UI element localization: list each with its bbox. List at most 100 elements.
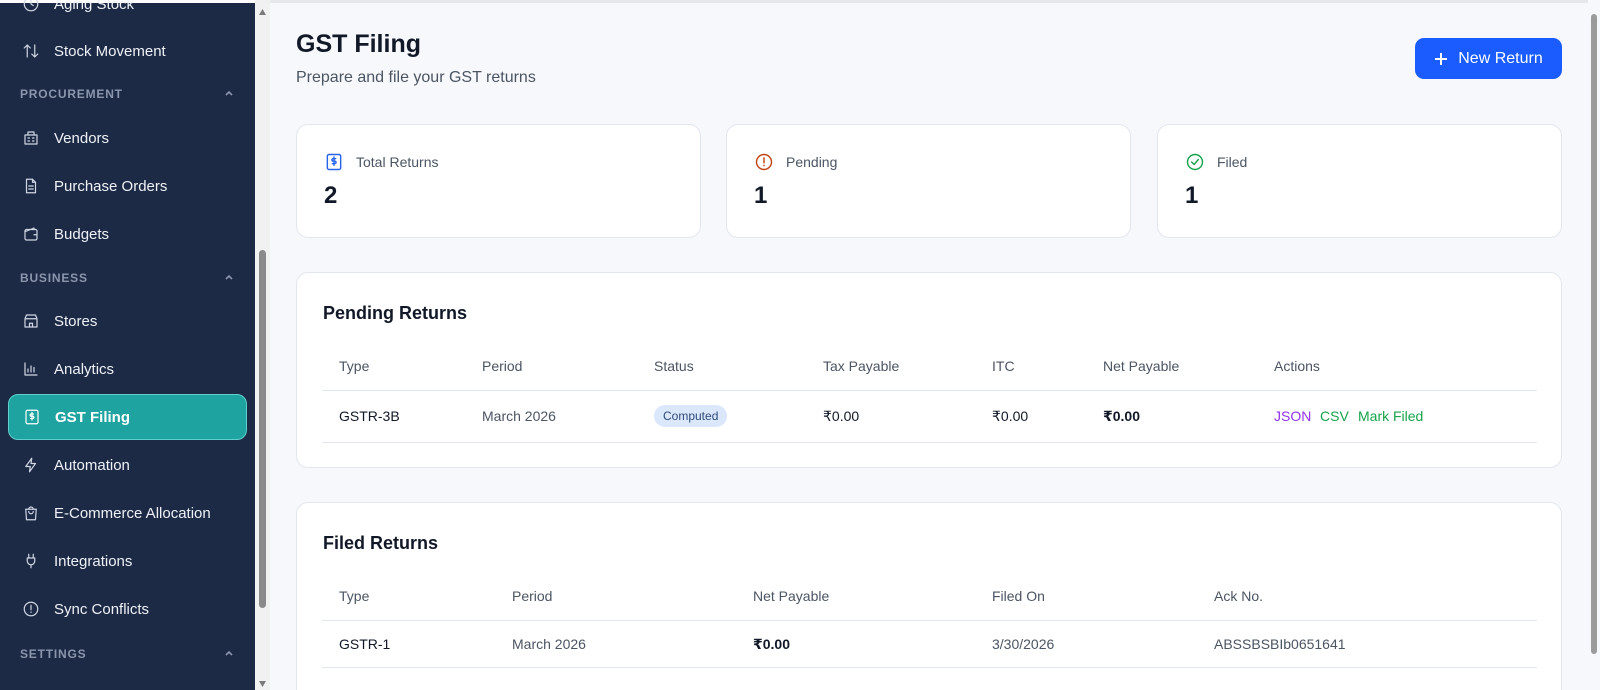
cell-tax-payable: ₹0.00 <box>823 408 860 424</box>
cell-period: March 2026 <box>512 636 586 652</box>
lightning-icon <box>22 456 40 474</box>
receipt-icon <box>326 153 342 171</box>
stat-label: Pending <box>786 154 838 170</box>
scroll-down-arrow-icon[interactable] <box>258 680 267 688</box>
plus-icon <box>1435 52 1448 65</box>
sidebar: Aging Stock Stock Movement PROCUREMENT V… <box>0 0 255 690</box>
stat-label: Filed <box>1217 154 1248 170</box>
sidebar-item-vendors[interactable]: Vendors <box>8 115 247 161</box>
new-return-button[interactable]: New Return <box>1415 38 1562 79</box>
sidebar-item-integrations[interactable]: Integrations <box>8 538 247 584</box>
section-label: PROCUREMENT <box>20 87 123 101</box>
new-return-label: New Return <box>1458 49 1543 67</box>
plug-icon <box>22 552 40 570</box>
section-settings[interactable]: SETTINGS <box>20 644 234 664</box>
document-icon <box>22 177 40 195</box>
sidebar-item-label: Aging Stock <box>54 0 135 13</box>
cell-type: GSTR-1 <box>339 636 391 652</box>
stat-card-pending: Pending 1 <box>726 124 1131 238</box>
chevron-up-icon <box>224 271 234 285</box>
sidebar-item-label: Analytics <box>54 360 115 378</box>
cell-type: GSTR-3B <box>339 408 400 424</box>
sidebar-item-label: Sync Conflicts <box>54 600 150 618</box>
sidebar-item-aging-stock[interactable]: Aging Stock <box>8 0 247 27</box>
cell-period: March 2026 <box>482 408 556 424</box>
page-title: GST Filing <box>296 30 421 58</box>
section-label: SETTINGS <box>20 647 87 661</box>
column-header-period: Period <box>482 358 523 374</box>
filed-returns-panel: Filed Returns Type Period Net Payable Fi… <box>296 502 1562 690</box>
column-header-actions: Actions <box>1274 358 1320 374</box>
wallet-icon <box>22 225 40 243</box>
bar-chart-icon <box>22 360 40 378</box>
stat-label: Total Returns <box>356 154 439 170</box>
status-badge: Computed <box>654 405 728 427</box>
cell-net-payable: ₹0.00 <box>753 636 790 652</box>
sidebar-item-label: E-Commerce Allocation <box>54 504 211 522</box>
sidebar-item-label: Stores <box>54 312 98 330</box>
cell-ack-no: ABSSBSBIb0651641 <box>1214 636 1346 652</box>
scroll-up-arrow-icon[interactable] <box>258 8 267 16</box>
stat-value: 1 <box>754 182 768 209</box>
shopping-bag-icon <box>22 504 40 522</box>
stat-card-total-returns: Total Returns 2 <box>296 124 701 238</box>
column-header-itc: ITC <box>992 358 1015 374</box>
sidebar-item-sync-conflicts[interactable]: Sync Conflicts <box>8 586 247 632</box>
sidebar-item-label: Stock Movement <box>54 42 166 60</box>
sidebar-item-label: Integrations <box>54 552 133 570</box>
cell-net-payable: ₹0.00 <box>1103 408 1140 424</box>
table-divider <box>322 390 1537 391</box>
table-divider <box>322 620 1537 621</box>
mark-filed-action-link[interactable]: Mark Filed <box>1358 408 1423 424</box>
store-icon <box>22 312 40 330</box>
column-header-status: Status <box>654 358 694 374</box>
arrows-updown-icon <box>22 42 40 60</box>
column-header-net-payable: Net Payable <box>1103 358 1180 374</box>
table-divider <box>322 667 1537 668</box>
stat-card-filed: Filed 1 <box>1157 124 1562 238</box>
clock-icon <box>22 0 40 13</box>
column-header-ack-no: Ack No. <box>1214 588 1264 604</box>
sidebar-item-label: Automation <box>54 456 130 474</box>
sidebar-item-stock-movement[interactable]: Stock Movement <box>8 28 247 74</box>
sidebar-item-ecommerce-allocation[interactable]: E-Commerce Allocation <box>8 490 247 536</box>
building-icon <box>22 129 40 147</box>
main-top-border <box>270 0 1588 3</box>
sidebar-item-label: Vendors <box>54 129 110 147</box>
stat-value: 2 <box>324 182 338 209</box>
column-header-filed-on: Filed On <box>992 588 1045 604</box>
sidebar-scrollbar-thumb[interactable] <box>259 250 266 608</box>
sidebar-item-automation[interactable]: Automation <box>8 442 247 488</box>
pending-returns-title: Pending Returns <box>323 303 468 323</box>
cell-filed-on: 3/30/2026 <box>992 636 1055 652</box>
sidebar-item-stores[interactable]: Stores <box>8 298 247 344</box>
cell-itc: ₹0.00 <box>992 408 1029 424</box>
section-business[interactable]: BUSINESS <box>20 268 234 288</box>
column-header-period: Period <box>512 588 553 604</box>
sidebar-item-analytics[interactable]: Analytics <box>8 346 247 392</box>
receipt-icon <box>23 408 41 426</box>
column-header-type: Type <box>339 588 370 604</box>
csv-action-link[interactable]: CSV <box>1320 408 1349 424</box>
alert-circle-icon <box>755 153 773 171</box>
sidebar-item-budgets[interactable]: Budgets <box>8 211 247 257</box>
json-action-link[interactable]: JSON <box>1274 408 1311 424</box>
section-procurement[interactable]: PROCUREMENT <box>20 84 234 104</box>
pending-returns-panel: Pending Returns Type Period Status Tax P… <box>296 272 1562 468</box>
filed-returns-title: Filed Returns <box>323 533 439 553</box>
section-label: BUSINESS <box>20 271 88 285</box>
chevron-up-icon <box>224 87 234 101</box>
page-subtitle: Prepare and file your GST returns <box>296 69 536 86</box>
column-header-type: Type <box>339 358 370 374</box>
column-header-tax-payable: Tax Payable <box>823 358 900 374</box>
sidebar-item-gst-filing[interactable]: GST Filing <box>8 394 247 440</box>
column-header-net-payable: Net Payable <box>753 588 830 604</box>
sidebar-item-label: Budgets <box>54 225 110 243</box>
sidebar-item-purchase-orders[interactable]: Purchase Orders <box>8 163 247 209</box>
sidebar-item-label: GST Filing <box>55 408 130 426</box>
chevron-up-icon <box>224 647 234 661</box>
table-divider <box>322 442 1537 443</box>
alert-circle-icon <box>22 600 40 618</box>
check-circle-icon <box>1186 153 1204 171</box>
page-scrollbar-thumb[interactable] <box>1591 14 1597 654</box>
